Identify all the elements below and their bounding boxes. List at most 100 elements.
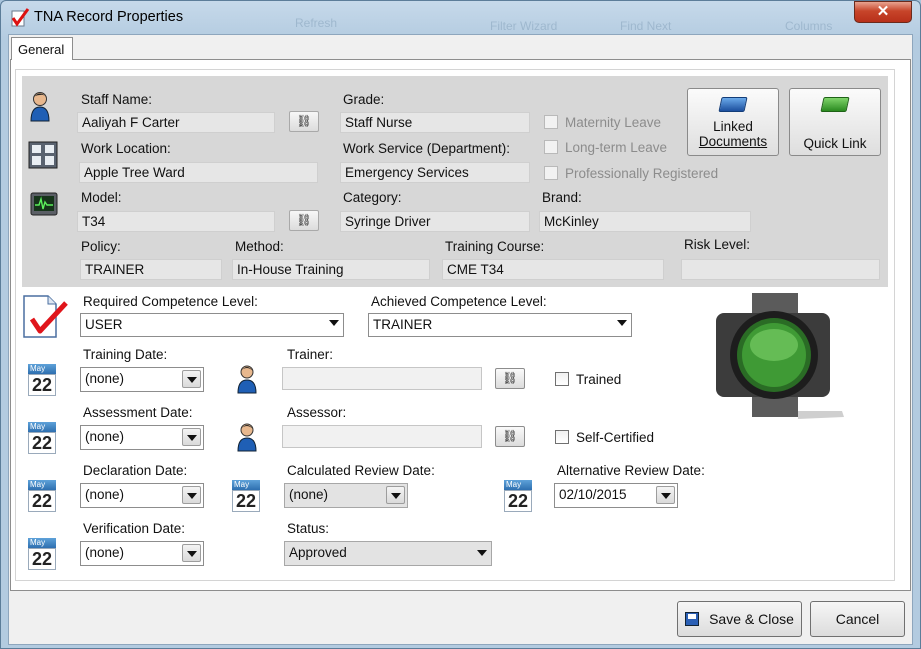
blue-book-icon bbox=[688, 89, 778, 119]
achieved-competence-value: TRAINER bbox=[373, 317, 433, 332]
status-label: Status: bbox=[287, 521, 330, 536]
assessor-label: Assessor: bbox=[287, 405, 347, 420]
declaration-date-picker[interactable]: (none) bbox=[80, 483, 204, 508]
work-location-field: Apple Tree Ward bbox=[79, 162, 318, 183]
long-term-leave-checkbox[interactable] bbox=[544, 140, 558, 154]
binoculars-icon: ⛓ bbox=[502, 429, 518, 443]
assessor-lookup-button[interactable]: ⛓ bbox=[495, 426, 525, 447]
app-icon bbox=[9, 8, 31, 28]
declaration-date-label: Declaration Date: bbox=[83, 463, 188, 478]
monitor-icon bbox=[30, 192, 58, 218]
training-course-label: Training Course: bbox=[445, 239, 545, 254]
calendar-day: 22 bbox=[28, 374, 56, 396]
staff-name-field: Aaliyah F Carter bbox=[77, 112, 275, 133]
alternative-review-value: 02/10/2015 bbox=[559, 487, 627, 502]
required-competence-select[interactable]: USER bbox=[80, 313, 344, 337]
status-select[interactable]: Approved bbox=[284, 541, 492, 566]
trained-checkbox[interactable] bbox=[555, 372, 569, 386]
training-date-label: Training Date: bbox=[83, 347, 168, 362]
alternative-review-picker[interactable]: 02/10/2015 bbox=[554, 483, 678, 508]
verification-date-label: Verification Date: bbox=[83, 521, 186, 536]
chevron-down-icon[interactable] bbox=[182, 370, 201, 388]
building-icon bbox=[28, 140, 58, 170]
model-label: Model: bbox=[81, 190, 122, 205]
maternity-leave-checkbox[interactable] bbox=[544, 115, 558, 129]
ghost-label: Find Next bbox=[620, 19, 672, 33]
category-field: Syringe Driver bbox=[340, 211, 530, 232]
achieved-competence-select[interactable]: TRAINER bbox=[368, 313, 632, 337]
staff-lookup-button[interactable]: ⛓ bbox=[289, 111, 319, 132]
chevron-down-icon[interactable] bbox=[182, 428, 201, 446]
trainer-field[interactable] bbox=[282, 367, 482, 390]
brand-label: Brand: bbox=[542, 190, 582, 205]
trainer-person-icon bbox=[236, 364, 258, 397]
calculated-review-value: (none) bbox=[289, 487, 329, 502]
calendar-day: 22 bbox=[232, 490, 260, 512]
green-book-icon bbox=[790, 89, 880, 119]
risk-level-field bbox=[681, 259, 880, 280]
binoculars-icon: ⛓ bbox=[296, 114, 312, 128]
required-competence-label: Required Competence Level: bbox=[83, 294, 258, 309]
window-title: TNA Record Properties bbox=[34, 9, 184, 25]
calendar-icon: May 22 bbox=[28, 422, 56, 454]
training-course-field: CME T34 bbox=[442, 259, 664, 280]
close-icon: ✕ bbox=[876, 3, 890, 20]
calendar-icon: May 22 bbox=[28, 480, 56, 512]
status-value: Approved bbox=[289, 545, 347, 560]
required-competence-value: USER bbox=[85, 317, 123, 332]
ghost-label: Columns bbox=[785, 19, 833, 33]
policy-field: TRAINER bbox=[80, 259, 222, 280]
work-location-label: Work Location: bbox=[81, 141, 171, 156]
chevron-down-icon bbox=[329, 320, 339, 326]
training-date-picker[interactable]: (none) bbox=[80, 367, 204, 392]
calendar-month: May bbox=[232, 480, 260, 490]
chevron-down-icon bbox=[617, 320, 627, 326]
professionally-registered-label: Professionally Registered bbox=[565, 166, 719, 181]
chevron-down-icon[interactable] bbox=[182, 544, 201, 562]
assessment-date-picker[interactable]: (none) bbox=[80, 425, 204, 450]
calendar-day: 22 bbox=[504, 490, 532, 512]
assessor-field[interactable] bbox=[282, 425, 482, 448]
model-lookup-button[interactable]: ⛓ bbox=[289, 210, 319, 231]
chevron-down-icon[interactable] bbox=[656, 486, 675, 504]
calculated-review-picker[interactable]: (none) bbox=[284, 483, 408, 508]
close-button[interactable]: ✕ bbox=[854, 1, 912, 23]
calendar-day: 22 bbox=[28, 490, 56, 512]
chevron-down-icon[interactable] bbox=[182, 486, 201, 504]
policy-label: Policy: bbox=[81, 239, 121, 254]
assessment-date-label: Assessment Date: bbox=[83, 405, 193, 420]
assessment-date-value: (none) bbox=[85, 429, 125, 444]
calendar-icon: May 22 bbox=[504, 480, 532, 512]
quick-link-label: Quick Link bbox=[803, 136, 867, 151]
training-date-value: (none) bbox=[85, 371, 125, 386]
linked-documents-button[interactable]: Linked Documents bbox=[687, 88, 779, 156]
tab-general[interactable]: General bbox=[11, 37, 73, 60]
linked-documents-label-2: Documents bbox=[698, 134, 768, 149]
calendar-month: May bbox=[28, 422, 56, 432]
background-toolbar-ghost: Refresh Filter Wizard Find Next Columns bbox=[200, 0, 840, 34]
work-service-label: Work Service (Department): bbox=[343, 141, 511, 156]
risk-level-label: Risk Level: bbox=[684, 237, 751, 252]
verification-date-picker[interactable]: (none) bbox=[80, 541, 204, 566]
trainer-lookup-button[interactable]: ⛓ bbox=[495, 368, 525, 389]
self-certified-label: Self-Certified bbox=[576, 430, 655, 445]
chevron-down-icon[interactable] bbox=[386, 486, 405, 504]
maternity-leave-label: Maternity Leave bbox=[565, 115, 662, 130]
quick-link-button[interactable]: Quick Link bbox=[789, 88, 881, 156]
assessor-person-icon bbox=[236, 422, 258, 455]
brand-field: McKinley bbox=[539, 211, 751, 232]
save-close-label: Save & Close bbox=[709, 611, 794, 627]
save-close-button[interactable]: Save & Close bbox=[677, 601, 802, 637]
declaration-date-value: (none) bbox=[85, 487, 125, 502]
cancel-button[interactable]: Cancel bbox=[810, 601, 905, 637]
calendar-icon: May 22 bbox=[28, 538, 56, 570]
achieved-competence-label: Achieved Competence Level: bbox=[371, 294, 547, 309]
linked-documents-label-1: Linked bbox=[713, 119, 753, 134]
calendar-month: May bbox=[28, 364, 56, 374]
cancel-label: Cancel bbox=[835, 611, 880, 627]
professionally-registered-checkbox[interactable] bbox=[544, 166, 558, 180]
self-certified-checkbox[interactable] bbox=[555, 430, 569, 444]
grade-label: Grade: bbox=[343, 92, 385, 107]
long-term-leave-label: Long-term Leave bbox=[565, 140, 668, 155]
traffic-light-icon bbox=[714, 293, 846, 421]
